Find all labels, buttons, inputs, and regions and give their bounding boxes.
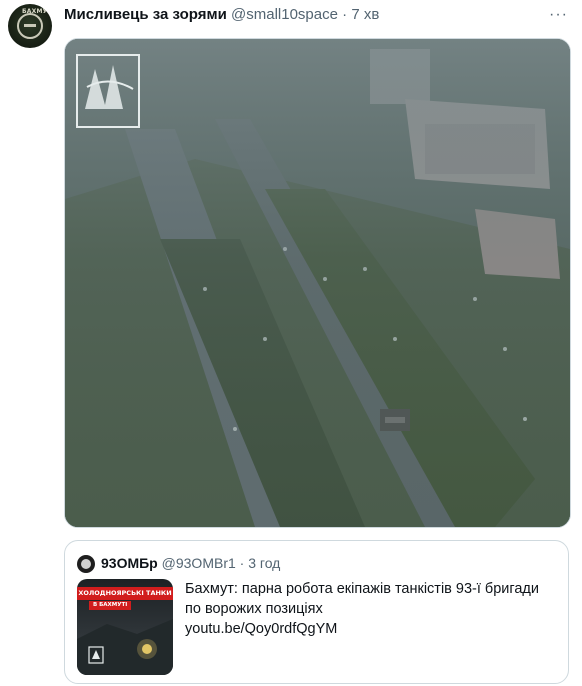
quoted-separator: · xyxy=(239,555,245,571)
author-handle[interactable]: @small10space xyxy=(231,6,338,23)
quoted-thumbnail[interactable]: ХОЛОДНОЯРСЬКІ ТАНКИ В БАХМУТІ xyxy=(77,579,173,675)
header-separator: · xyxy=(342,6,348,23)
aerial-scene-image xyxy=(65,39,570,527)
quoted-time[interactable]: 3 год xyxy=(248,555,280,571)
quoted-link[interactable]: youtu.be/Qoy0rdfQgYM xyxy=(185,621,337,637)
author-name[interactable]: Мисливець за зорями xyxy=(64,6,227,23)
quoted-tweet-header: 93ОМБр @93OMBr1 · 3 год xyxy=(101,555,280,571)
quoted-tweet-text: Бахмут: парна робота екіпажів танкістів … xyxy=(185,579,555,639)
author-avatar[interactable]: БАХМУТ xyxy=(8,4,52,48)
thumbnail-scene-image xyxy=(77,619,173,675)
avatar-emblem-icon xyxy=(17,13,43,39)
tweet-media-video[interactable] xyxy=(64,38,571,528)
quoted-tweet[interactable]: 93ОМБр @93OMBr1 · 3 год ХОЛОДНОЯРСЬКІ ТА… xyxy=(64,540,569,684)
tweet-time[interactable]: 7 хв xyxy=(351,6,379,23)
tweet-header: Мисливець за зорями @small10space · 7 хв xyxy=(64,6,562,26)
quoted-author-avatar[interactable] xyxy=(77,555,95,573)
quoted-author-handle[interactable]: @93OMBr1 xyxy=(162,555,236,571)
more-options-icon[interactable]: ··· xyxy=(549,6,568,24)
quoted-author-name[interactable]: 93ОМБр xyxy=(101,555,158,571)
quoted-text-body: Бахмут: парна робота екіпажів танкістів … xyxy=(185,581,539,617)
